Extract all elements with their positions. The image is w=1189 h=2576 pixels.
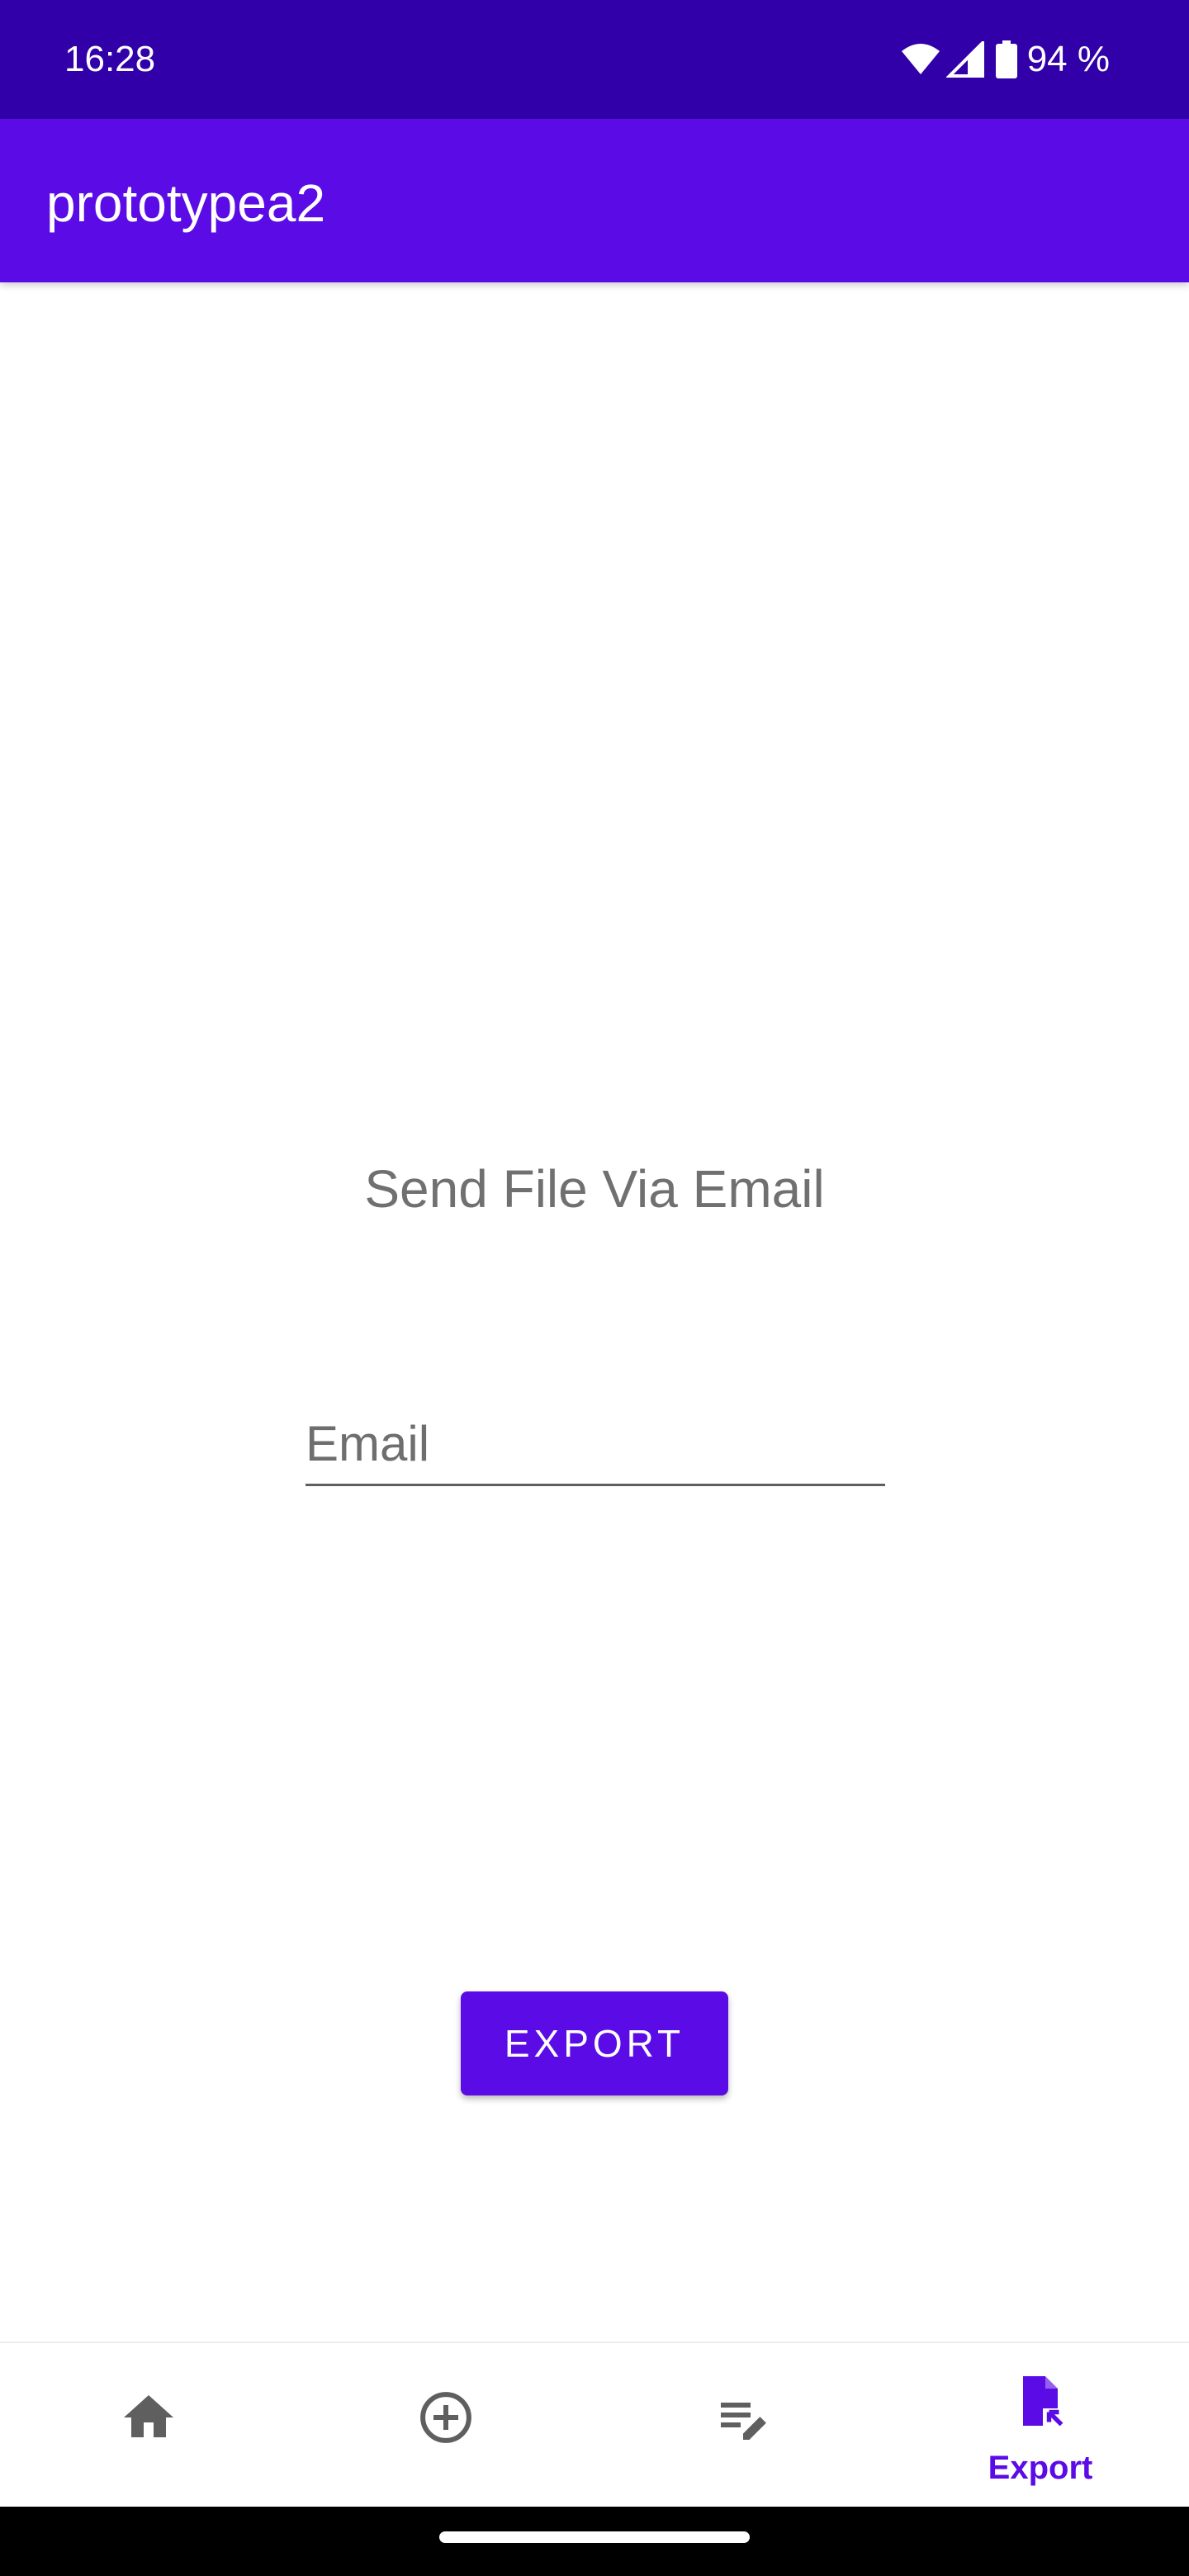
battery-icon xyxy=(995,40,1017,78)
export-file-icon xyxy=(1011,2371,1070,2431)
status-icons: 94 % xyxy=(900,35,1110,84)
add-circle-icon xyxy=(416,2388,476,2447)
nav-item-home[interactable] xyxy=(0,2343,297,2508)
gesture-home-handle[interactable] xyxy=(439,2531,750,2543)
app-screen: 16:28 94 % prototypea2 Send File Via Ema… xyxy=(0,0,1189,2576)
status-bar: 16:28 94 % xyxy=(0,0,1189,119)
nav-item-add[interactable] xyxy=(297,2343,594,2508)
page-heading: Send File Via Email xyxy=(364,1159,825,1219)
status-time: 16:28 xyxy=(64,39,156,79)
app-title: prototypea2 xyxy=(46,173,326,233)
system-navigation-bar xyxy=(0,2507,1189,2576)
home-icon xyxy=(119,2388,178,2447)
battery-percentage: 94 % xyxy=(1026,39,1110,79)
app-bar: prototypea2 xyxy=(0,119,1189,282)
edit-list-icon xyxy=(713,2388,773,2447)
wifi-icon xyxy=(900,43,941,76)
nav-item-edit-list[interactable] xyxy=(594,2343,892,2508)
email-field[interactable] xyxy=(306,1404,885,1486)
export-button[interactable]: EXPORT xyxy=(461,1991,728,2095)
bottom-navigation: Export xyxy=(0,2342,1189,2508)
nav-label-export: Export xyxy=(988,2450,1093,2486)
nav-item-export[interactable]: Export xyxy=(892,2343,1189,2508)
signal-icon xyxy=(945,41,984,78)
